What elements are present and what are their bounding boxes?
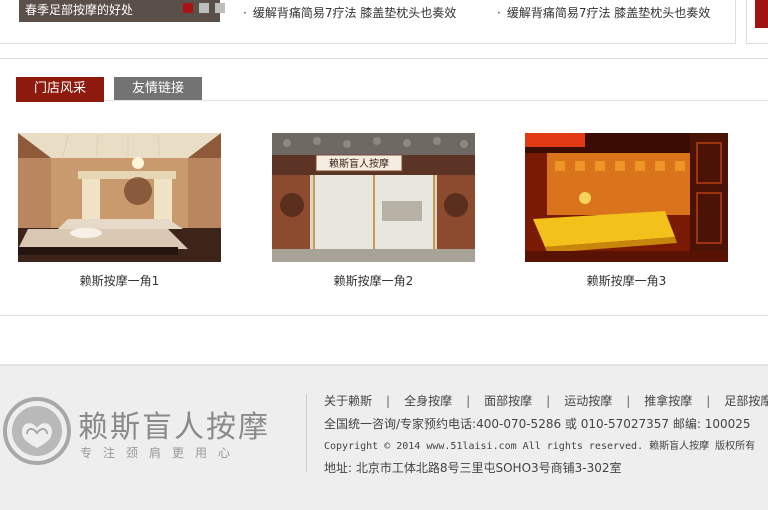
- photo-caption-2[interactable]: 赖斯按摩一角2: [272, 272, 475, 289]
- side-box-accent: [755, 0, 768, 28]
- news-link-1[interactable]: · 缓解背痛简易7疗法 膝盖垫枕头也奏效: [243, 4, 456, 21]
- footer-nav: 关于赖斯 | 全身按摩 | 面部按摩 | 运动按摩 | 推拿按摩 | 足部按摩: [324, 392, 768, 409]
- active-tab-underline: [16, 100, 104, 102]
- bullet: ·: [243, 6, 247, 20]
- side-box: [746, 0, 768, 44]
- tab-friend-links[interactable]: 友情链接: [114, 77, 202, 100]
- footer-link-sports[interactable]: 运动按摩: [564, 394, 612, 408]
- footer-divider: [306, 394, 307, 472]
- photo-caption-3[interactable]: 赖斯按摩一角3: [525, 272, 728, 289]
- footer-link-full-body[interactable]: 全身按摩: [404, 394, 452, 408]
- photo-caption-1[interactable]: 赖斯按摩一角1: [18, 272, 221, 289]
- tab-store-showcase[interactable]: 门店风采: [16, 77, 104, 100]
- store-photo-1[interactable]: [18, 133, 221, 262]
- store-photo-3[interactable]: [525, 133, 728, 262]
- slideshow-caption[interactable]: 春季足部按摩的好处: [25, 0, 133, 20]
- news-link-2[interactable]: · 缓解背痛简易7疗法 膝盖垫枕头也奏效: [497, 4, 710, 21]
- contact-info: 全国统一咨询/专家预约电话:400-070-5286 或 010-5702735…: [324, 417, 751, 431]
- footer-link-facial[interactable]: 面部按摩: [484, 394, 532, 408]
- nav-separator: |: [386, 394, 391, 408]
- slide-dot-3[interactable]: [215, 3, 225, 13]
- copyright: Copyright © 2014 www.51laisi.com All rig…: [324, 441, 756, 452]
- footer-link-about[interactable]: 关于赖斯: [324, 394, 372, 408]
- address: 地址: 北京市工体北路8号三里屯SOHO3号商铺3-302室: [324, 461, 622, 475]
- news-title[interactable]: 缓解背痛简易7疗法 膝盖垫枕头也奏效: [507, 6, 710, 20]
- store-photo-2[interactable]: 赖斯盲人按摩: [272, 133, 475, 262]
- slideshow-caption-bar[interactable]: 春季足部按摩的好处: [19, 0, 225, 22]
- nav-separator: |: [466, 394, 471, 408]
- slide-dot-1[interactable]: [183, 3, 193, 13]
- nav-separator: |: [706, 394, 711, 408]
- footer-link-tuina[interactable]: 推拿按摩: [644, 394, 692, 408]
- brand-slogan: 专注颈肩更用心: [80, 446, 242, 460]
- footer-link-foot[interactable]: 足部按摩: [724, 394, 768, 408]
- brand-name: 赖斯盲人按摩: [78, 410, 270, 445]
- site-footer: 赖斯盲人按摩 专注颈肩更用心 关于赖斯 | 全身按摩 | 面部按摩 | 运动按摩 | 推拿按摩 |…: [0, 364, 768, 510]
- bullet: ·: [497, 6, 501, 20]
- nav-separator: |: [546, 394, 551, 408]
- brand-logo-icon: [2, 396, 72, 466]
- nav-separator: |: [626, 394, 631, 408]
- news-title[interactable]: 缓解背痛简易7疗法 膝盖垫枕头也奏效: [253, 6, 456, 20]
- tab-divider: [16, 100, 768, 101]
- slide-dot-2[interactable]: [199, 3, 209, 13]
- storefront-sign: 赖斯盲人按摩: [329, 157, 389, 170]
